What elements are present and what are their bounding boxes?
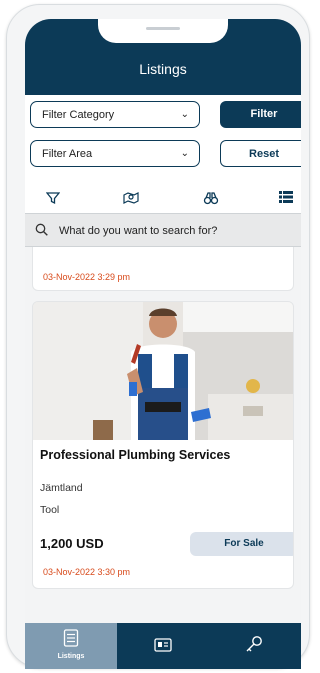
phone-frame: Listings Filter Category ⌄ Filter Filter… bbox=[6, 4, 310, 669]
listing-price: 1,200 USD bbox=[40, 536, 104, 551]
listings-icon bbox=[63, 629, 79, 652]
chevron-down-icon: ⌄ bbox=[180, 109, 189, 120]
map-icon[interactable] bbox=[121, 191, 141, 211]
listing-location: Jämtland bbox=[40, 482, 83, 494]
binoculars-icon[interactable] bbox=[201, 191, 221, 211]
plumber-photo bbox=[33, 302, 293, 440]
page-title: Listings bbox=[139, 61, 187, 77]
listing-date: 03-Nov-2022 3:29 pm bbox=[43, 272, 131, 282]
view-toolbar bbox=[25, 191, 301, 213]
listings-scroll[interactable]: 03-Nov-2022 3:29 pm Professional Plumbin… bbox=[25, 247, 301, 637]
id-card-icon bbox=[154, 638, 172, 657]
key-icon bbox=[245, 635, 263, 658]
tab-profile[interactable] bbox=[117, 623, 209, 669]
listing-title[interactable]: Professional Plumbing Services bbox=[40, 448, 230, 462]
reset-button[interactable]: Reset bbox=[220, 140, 301, 167]
area-select[interactable]: Filter Area ⌄ bbox=[30, 140, 200, 167]
bottom-tab-bar: Listings bbox=[25, 623, 301, 669]
funnel-icon[interactable] bbox=[43, 191, 63, 211]
category-select[interactable]: Filter Category ⌄ bbox=[30, 101, 200, 128]
speaker bbox=[146, 27, 180, 30]
search-icon bbox=[35, 223, 48, 239]
tab-access[interactable] bbox=[209, 623, 301, 669]
status-badge: For Sale bbox=[190, 532, 293, 556]
listing-card[interactable]: Professional Plumbing Services Jämtland … bbox=[32, 301, 294, 589]
chevron-down-icon: ⌄ bbox=[180, 148, 189, 159]
tab-listings[interactable]: Listings bbox=[25, 623, 117, 669]
tab-listings-label: Listings bbox=[57, 653, 85, 660]
phone-notch bbox=[98, 19, 228, 43]
filter-button[interactable]: Filter bbox=[220, 101, 301, 128]
search-bar[interactable]: What do you want to search for? bbox=[25, 213, 301, 247]
list-item[interactable]: 03-Nov-2022 3:29 pm bbox=[32, 247, 294, 291]
category-select-value: Filter Category bbox=[42, 109, 115, 121]
search-input[interactable]: What do you want to search for? bbox=[59, 225, 217, 237]
listing-category: Tool bbox=[40, 504, 60, 516]
app-screen: Listings Filter Category ⌄ Filter Filter… bbox=[25, 19, 301, 669]
list-icon[interactable] bbox=[276, 191, 296, 211]
listing-date: 03-Nov-2022 3:30 pm bbox=[43, 567, 131, 577]
filter-panel: Filter Category ⌄ Filter Filter Area ⌄ R… bbox=[25, 95, 301, 213]
area-select-value: Filter Area bbox=[42, 148, 93, 160]
